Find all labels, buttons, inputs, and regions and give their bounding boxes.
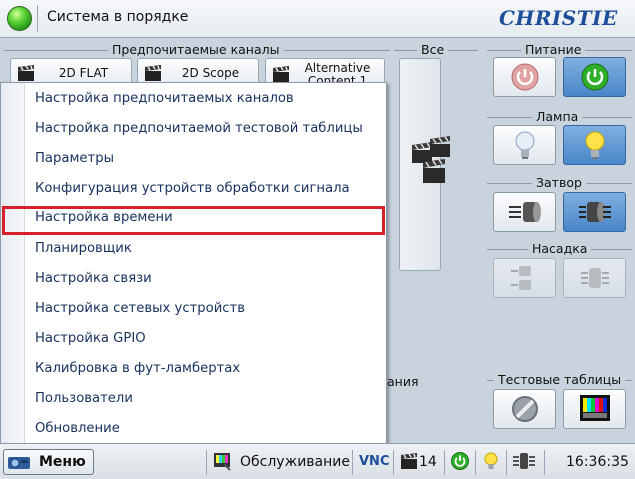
- shutter-closed-button[interactable]: [563, 192, 626, 232]
- menu-item-preferred-test-pattern-setup[interactable]: Настройка предпочитаемой тестовой таблиц…: [35, 121, 363, 136]
- divider: [352, 450, 353, 475]
- menu-item-update[interactable]: Обновление: [35, 421, 120, 436]
- test-pattern-off-button[interactable]: [493, 389, 556, 429]
- all-channels-title: Все: [417, 42, 449, 57]
- lens-icon: [510, 266, 531, 290]
- light-bulb-on-icon: [585, 131, 604, 159]
- system-status-text: Система в порядке: [47, 9, 189, 25]
- film-clapper-icon: [273, 66, 289, 82]
- divider: [444, 450, 445, 475]
- clock: 16:36:35: [566, 454, 629, 470]
- menu-item-signal-processing-config[interactable]: Конфигурация устройств обработки сигнала: [35, 181, 350, 196]
- lamp-title: Лампа: [532, 109, 583, 124]
- menu-label: Меню: [39, 454, 86, 470]
- shutter-status-icon: [513, 453, 535, 469]
- shutter-title: Затвор: [532, 175, 586, 190]
- christie-logo: CHRISTIE: [499, 6, 618, 30]
- divider: [37, 5, 38, 32]
- menu-gutter: [1, 83, 25, 446]
- menu-item-gpio-setup[interactable]: Настройка GPIO: [35, 331, 146, 346]
- menu-item-parameters[interactable]: Параметры: [35, 151, 114, 166]
- film-clapper-icon: [401, 453, 417, 469]
- menu-button[interactable]: Меню: [3, 449, 94, 475]
- test-pattern-button[interactable]: [563, 389, 626, 429]
- lens-button-2[interactable]: [563, 258, 626, 298]
- shutter-open-icon: [508, 202, 541, 222]
- divider: [506, 450, 507, 475]
- preferred-channels-title: Предпочитаемые каналы: [108, 42, 284, 57]
- power-on-button[interactable]: [563, 57, 626, 97]
- menu-item-communication-setup[interactable]: Настройка связи: [35, 271, 152, 286]
- settings-dropdown-menu: Настройка предпочитаемых каналов Настрой…: [0, 82, 387, 447]
- status-led-icon: [7, 6, 32, 31]
- lens-icon: [580, 268, 609, 288]
- vnc-indicator: VNC: [359, 454, 390, 469]
- lens-button-1[interactable]: [493, 258, 556, 298]
- top-bar: Система в порядке CHRISTIE: [0, 0, 635, 38]
- lamp-on-button[interactable]: [563, 125, 626, 165]
- menu-item-scheduler[interactable]: Планировщик: [35, 241, 132, 256]
- channel-label: 2D Scope: [181, 66, 240, 80]
- menu-item-network-devices-setup[interactable]: Настройка сетевых устройств: [35, 301, 245, 316]
- shutter-open-button[interactable]: [493, 192, 556, 232]
- power-status-icon: [451, 452, 469, 470]
- divider: [475, 450, 476, 475]
- service-mode-text[interactable]: Обслуживание: [240, 454, 350, 470]
- menu-item-foot-lambert-calibration[interactable]: Калибровка в фут-ламбертах: [35, 361, 240, 376]
- color-bars-icon: [579, 395, 610, 421]
- lens-title: Насадка: [528, 241, 592, 256]
- power-title: Питание: [521, 42, 586, 57]
- channel-count: 14: [419, 454, 437, 470]
- lamp-status-icon: [484, 452, 498, 469]
- taskbar: Меню Обслуживание VNC 14 16:36:35: [0, 443, 635, 479]
- shutter-closed-icon: [578, 202, 611, 222]
- divider: [206, 450, 207, 475]
- app-window: Система в порядке CHRISTIE Предпочитаемы…: [0, 0, 635, 479]
- divider: [544, 450, 545, 475]
- lamp-off-button[interactable]: [493, 125, 556, 165]
- highlight-annotation: [2, 206, 385, 235]
- menu-item-preferred-channels-setup[interactable]: Настройка предпочитаемых каналов: [35, 91, 294, 106]
- film-clapper-icon: [18, 65, 34, 81]
- divider: [393, 450, 394, 475]
- no-test-pattern-icon: [511, 396, 538, 422]
- power-off-button[interactable]: [493, 57, 556, 97]
- film-clapper-stack-icon: [412, 136, 450, 183]
- light-bulb-off-icon: [515, 131, 534, 159]
- power-off-icon: [511, 63, 538, 91]
- power-on-icon: [581, 63, 608, 91]
- obscured-label: ания: [387, 374, 419, 389]
- film-clapper-icon: [145, 65, 161, 81]
- menu-item-users[interactable]: Пользователи: [35, 391, 133, 406]
- channel-label: 2D FLAT: [58, 66, 109, 80]
- projector-icon: [8, 457, 30, 469]
- test-patterns-title: Тестовые таблицы: [494, 372, 626, 387]
- service-icon: [214, 453, 231, 471]
